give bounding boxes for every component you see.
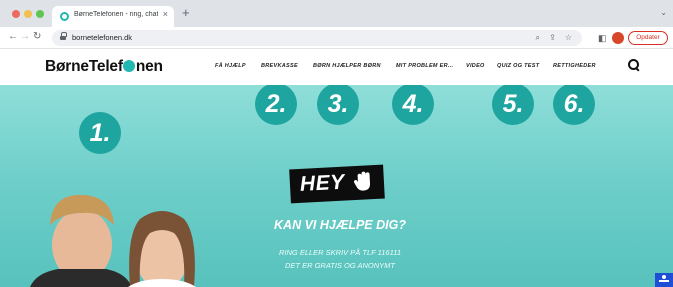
maximize-window-button[interactable] <box>36 10 44 18</box>
hey-banner: HEY <box>289 164 385 204</box>
badge-number-2: 2. <box>255 85 297 125</box>
logo-o-icon <box>123 60 136 72</box>
url-text[interactable]: bornetelefonen.dk <box>72 33 132 42</box>
zoom-icon[interactable]: ⌕ <box>536 32 540 44</box>
badge-number-4: 4. <box>392 85 434 125</box>
nav-item-rettigheder[interactable]: RETTIGHEDER <box>553 63 596 69</box>
tab-title: BørneTelefonen - ring, chat, s... <box>74 11 158 18</box>
nav-item-brevkasse[interactable]: BREVKASSE <box>261 63 298 69</box>
site-header: BørneTelef nen FÅ HJÆLP BREVKASSE BØRN HJ… <box>0 49 673 85</box>
browser-toolbar: ← → ↻ bornetelefonen.dk ⌕ ⇪ ☆ ◧ Opdater <box>0 27 673 49</box>
browser-tab[interactable]: BørneTelefonen - ring, chat, s... × <box>52 6 174 27</box>
share-icon[interactable]: ⇪ <box>549 32 556 44</box>
reload-icon[interactable]: ↻ <box>33 31 41 43</box>
split-view-icon[interactable]: ◧ <box>598 32 607 44</box>
close-window-button[interactable] <box>12 10 20 18</box>
search-icon[interactable] <box>628 59 640 71</box>
logo-text-suffix: nen <box>135 58 163 75</box>
site-logo[interactable]: BørneTelef nen <box>45 58 163 76</box>
badge-number-5: 5. <box>492 85 534 125</box>
nav-item-video[interactable]: VIDEO <box>466 63 485 69</box>
browser-tab-bar: BørneTelefonen - ring, chat, s... × + ⌄ <box>0 0 673 27</box>
favicon-icon <box>60 12 69 21</box>
accessibility-icon[interactable] <box>655 273 673 287</box>
update-button[interactable]: Opdater <box>628 31 668 45</box>
hey-text: HEY <box>299 170 346 196</box>
avatar[interactable] <box>612 32 624 44</box>
badge-number-6: 6. <box>553 85 595 125</box>
tab-close-icon[interactable]: × <box>163 9 168 19</box>
lock-icon[interactable] <box>60 32 67 40</box>
new-tab-button[interactable]: + <box>182 6 190 19</box>
star-icon[interactable]: ☆ <box>565 32 572 44</box>
hero-title: KAN VI HJÆLPE DIG? <box>274 218 406 232</box>
nav-item-faa-hjaelp[interactable]: FÅ HJÆLP <box>215 63 246 69</box>
hero-subtitle-line-2: DET ER GRATIS OG ANONYMT <box>284 261 395 270</box>
minimize-window-button[interactable] <box>24 10 32 18</box>
logo-text-prefix: BørneTelef <box>45 58 123 75</box>
forward-arrow-icon[interactable]: → <box>20 31 30 43</box>
back-arrow-icon[interactable]: ← <box>8 31 18 43</box>
nav-item-mit-problem-er[interactable]: MIT PROBLEM ER... <box>396 63 453 69</box>
waving-hand-icon <box>353 171 371 191</box>
hero-subtitle-line-1: RING ELLER SKRIV PÅ TLF 116111 <box>279 248 401 257</box>
tab-search-icon[interactable]: ⌄ <box>660 8 667 17</box>
badge-number-3: 3. <box>317 85 359 125</box>
hero-section: 1. 2. 3. 4. 5. 6. HEY KAN VI HJÆLPE DIG?… <box>0 85 673 287</box>
nav-item-boern-hjaelper-boern[interactable]: BØRN HJÆLPER BØRN <box>313 63 381 69</box>
address-bar[interactable]: bornetelefonen.dk ⌕ ⇪ ☆ <box>52 30 582 46</box>
badge-number-1: 1. <box>79 112 121 154</box>
nav-item-quiz-og-test[interactable]: QUIZ OG TEST <box>497 63 539 69</box>
